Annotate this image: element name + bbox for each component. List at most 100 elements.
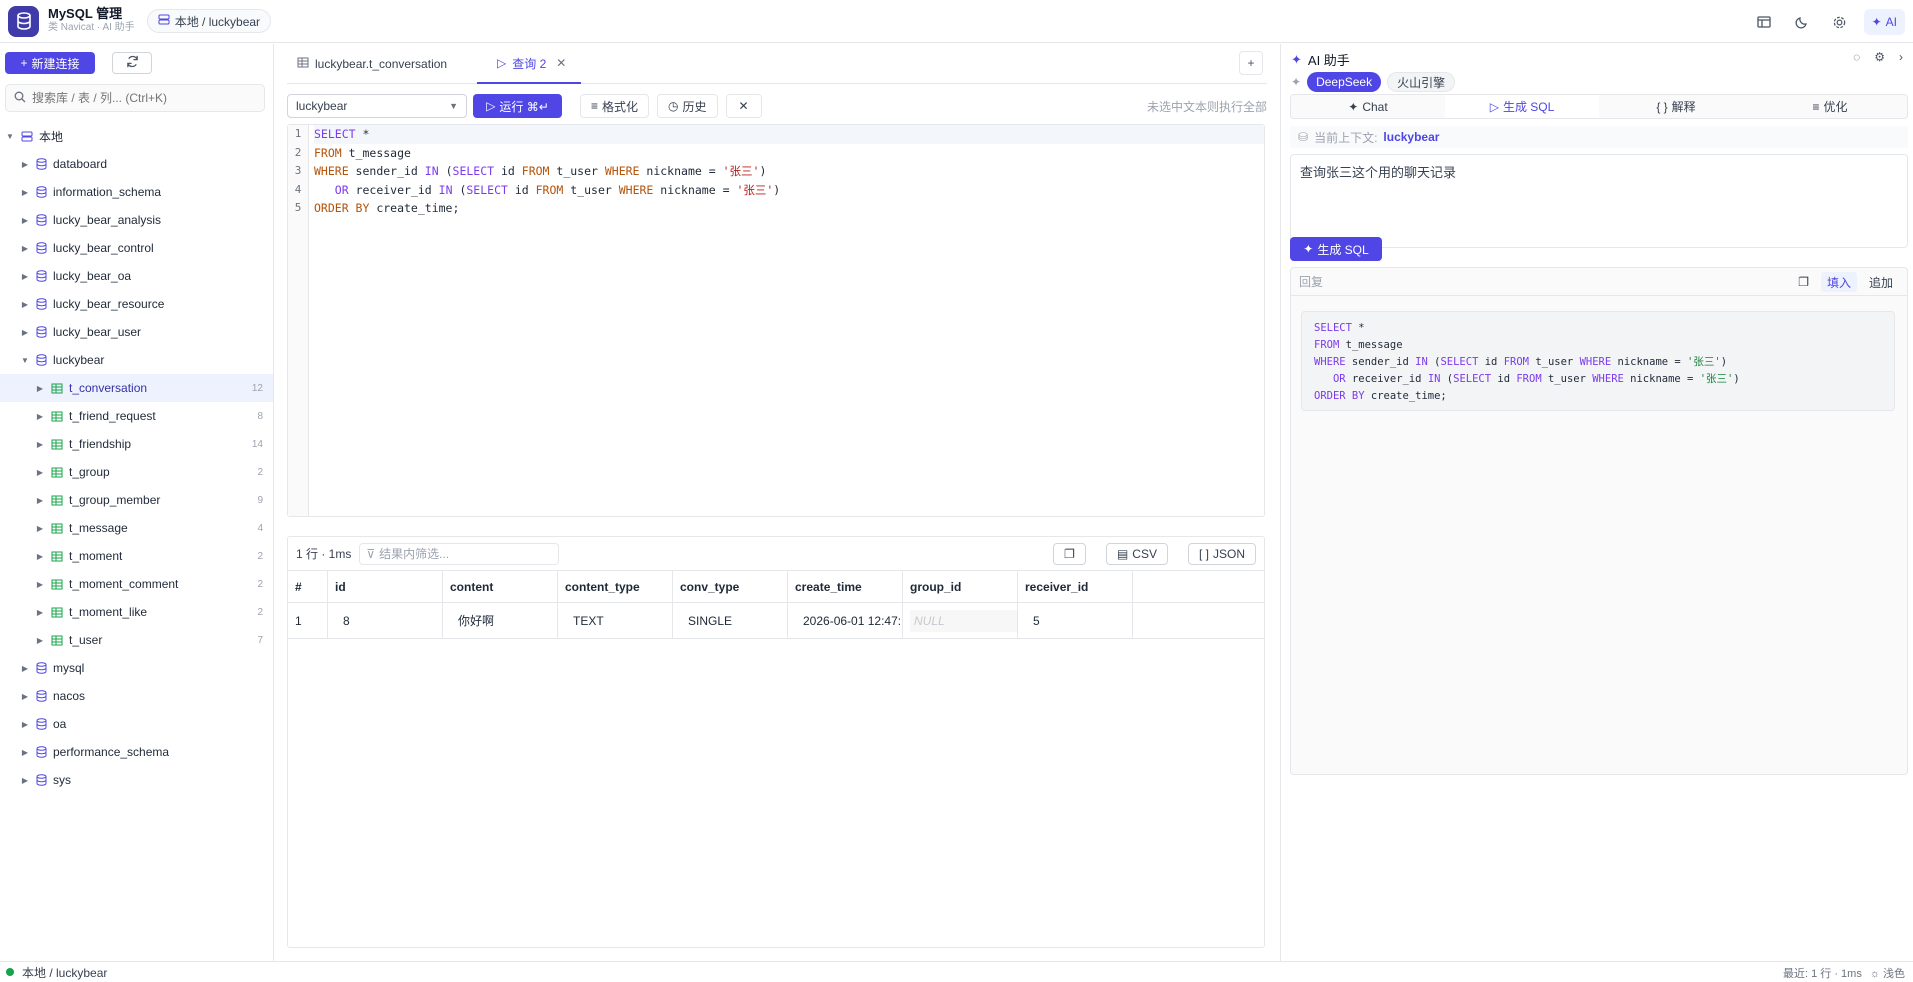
tree-database[interactable]: ▶ oa [0,710,273,738]
chevron-right-icon[interactable]: ▶ [35,608,45,617]
tree-table[interactable]: ▶ t_group 2 [0,458,273,486]
table-cell[interactable]: SINGLE [673,603,788,638]
table-cell[interactable]: 8 [328,603,443,638]
theme-toggle[interactable]: ☼ 浅色 [1870,965,1905,981]
sidebar-search-input[interactable] [32,91,252,105]
chevron-right-icon[interactable]: ▶ [20,272,30,281]
moon-icon[interactable] [1788,8,1816,36]
tree-database[interactable]: ▶ lucky_bear_oa [0,262,273,290]
column-header[interactable]: content_type [558,571,673,603]
tree-database[interactable]: ▶ lucky_bear_control [0,234,273,262]
tree-database[interactable]: ▶ lucky_bear_analysis [0,206,273,234]
sql-code[interactable]: SELECT * FROM t_message WHERE sender_id … [314,125,1264,218]
chevron-right-icon[interactable]: ▶ [35,384,45,393]
table-cell[interactable]: 5 [1018,603,1133,638]
tree-database[interactable]: ▶ lucky_bear_resource [0,290,273,318]
tab-optimize[interactable]: ≡ 优化 [1753,95,1907,118]
tree-table[interactable]: ▶ t_friend_request 8 [0,402,273,430]
model-deepseek[interactable]: DeepSeek [1307,72,1382,92]
column-header[interactable]: group_id [903,571,1018,603]
export-csv-button[interactable]: ▤ CSV [1105,543,1168,565]
layout-icon[interactable] [1750,8,1778,36]
tab-query-2[interactable]: ▷ 查询 2 ✕ [477,44,581,84]
tree-table[interactable]: ▶ t_moment 2 [0,542,273,570]
tab-explain[interactable]: { } 解释 [1599,95,1753,118]
results-filter[interactable]: ⊽ 结果内筛选... [359,542,560,565]
copy-icon[interactable]: ❐ [1792,272,1815,292]
connection-breadcrumb[interactable]: 本地 / luckybear [146,9,272,33]
column-header[interactable]: content [443,571,558,603]
chevron-right-icon[interactable]: ▶ [20,692,30,701]
tree-database-open[interactable]: ▼ luckybear [0,346,273,374]
ai-toggle-button[interactable]: ✦ AI [1863,9,1905,35]
chevron-right-icon[interactable]: ▶ [35,468,45,477]
chevron-right-icon[interactable]: ▶ [20,188,30,197]
chevron-right-icon[interactable]: ▶ [35,496,45,505]
tree-table[interactable]: ▶ t_group_member 9 [0,486,273,514]
chevron-right-icon[interactable]: ▶ [35,440,45,449]
tree-table[interactable]: ▶ t_moment_comment 2 [0,570,273,598]
tree-table[interactable]: ▶ t_moment_like 2 [0,598,273,626]
format-button[interactable]: ≡ 格式化 [580,94,650,118]
tab-chat[interactable]: ✦ Chat [1291,95,1445,118]
database-select[interactable]: luckybear ▼ [287,94,467,118]
tree-database[interactable]: ▶ lucky_bear_user [0,318,273,346]
chevron-right-icon[interactable]: ▶ [20,244,30,253]
chevron-right-icon[interactable]: ▶ [20,720,30,729]
tree-table[interactable]: ▶ t_user 7 [0,626,273,654]
tree-database[interactable]: ▶ performance_schema [0,738,273,766]
table-cell[interactable]: 2026-06-01 12:47:... [788,603,903,638]
run-button[interactable]: ▷ 运行 ⌘↵ [473,94,562,118]
chevron-right-icon[interactable]: ▶ [35,412,45,421]
history-button[interactable]: ◷ 历史 [657,94,718,118]
tree-table[interactable]: ▶ t_friendship 14 [0,430,273,458]
table-cell[interactable]: 你好啊 [443,603,558,638]
chevron-right-icon[interactable]: ▶ [35,580,45,589]
append-button[interactable]: 追加 [1863,272,1899,292]
chevron-right-icon[interactable]: ▶ [35,524,45,533]
gear-icon[interactable] [1826,8,1854,36]
chevron-down-icon[interactable]: ▼ [5,132,15,141]
chevron-right-icon[interactable]: ▶ [35,552,45,561]
prompt-input[interactable]: 查询张三这个用的聊天记录 [1290,154,1908,248]
new-connection-button[interactable]: + 新建连接 [5,52,95,74]
sql-editor[interactable]: 1 2 3 4 5 SELECT * FROM t_message WHERE send… [287,124,1265,517]
table-cell[interactable]: 1 [288,603,328,638]
tree-database[interactable]: ▶ databoard [0,150,273,178]
column-header[interactable]: create_time [788,571,903,603]
refresh-button[interactable] [112,52,152,74]
gear-icon[interactable]: ⚙ [1874,50,1885,64]
column-header[interactable]: conv_type [673,571,788,603]
column-header[interactable]: id [328,571,443,603]
tree-database[interactable]: ▶ nacos [0,682,273,710]
sidebar-search[interactable] [5,84,265,112]
tab-table[interactable]: luckybear.t_conversation [287,44,477,84]
chevron-right-icon[interactable]: ▶ [20,748,30,757]
tree-table[interactable]: ▶ t_message 4 [0,514,273,542]
chevron-right-icon[interactable]: ▶ [20,160,30,169]
chevron-right-icon[interactable]: ▶ [20,300,30,309]
chevron-right-icon[interactable]: ▶ [20,664,30,673]
table-cell[interactable]: TEXT [558,603,673,638]
export-json-button[interactable]: [ ] JSON [1187,543,1256,565]
column-header[interactable]: receiver_id [1018,571,1133,603]
clear-button[interactable]: ✕ [725,94,762,118]
chevron-right-icon[interactable]: ▶ [20,216,30,225]
tree-database[interactable]: ▶ sys [0,766,273,794]
tree-table[interactable]: ▶ t_conversation 12 [0,374,273,402]
chevron-right-icon[interactable]: ▶ [20,328,30,337]
fill-button[interactable]: 填入 [1820,272,1857,292]
copy-button[interactable]: ❐ [1053,543,1086,565]
tree-root-local[interactable]: ▼ 本地 [0,122,273,150]
close-icon[interactable]: ✕ [556,56,566,70]
tab-generate-sql[interactable]: ▷ 生成 SQL [1445,95,1599,118]
chevron-right-icon[interactable]: ▶ [35,636,45,645]
tree-database[interactable]: ▶ information_schema [0,178,273,206]
table-row[interactable]: 1 8 你好啊 TEXT SINGLE 2026-06-01 12:47:... NULL 5 [288,603,1264,639]
tree-database[interactable]: ▶ mysql [0,654,273,682]
column-header[interactable]: # [288,571,328,603]
chevron-right-icon[interactable]: › [1899,50,1903,64]
chevron-right-icon[interactable]: ▶ [20,776,30,785]
generate-sql-button[interactable]: ✦ 生成 SQL [1290,237,1382,261]
chevron-down-icon[interactable]: ▼ [20,356,30,365]
